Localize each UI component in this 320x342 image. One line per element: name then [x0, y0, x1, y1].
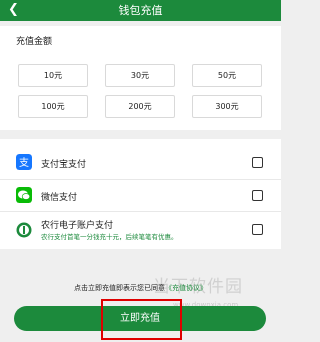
amount-option-200[interactable]: 200元	[105, 95, 175, 118]
alipay-icon: 支	[16, 154, 32, 170]
amount-option-30[interactable]: 30元	[105, 64, 175, 87]
amount-label: 充值金额	[16, 37, 53, 47]
amount-option-50[interactable]: 50元	[192, 64, 262, 87]
alipay-checkbox[interactable]	[252, 157, 263, 168]
payment-option-wechat[interactable]: 微信支付	[0, 180, 281, 210]
page-title: 钱包充值	[118, 4, 163, 17]
highlight-box	[101, 299, 182, 340]
amount-panel: 充值金额 10元 30元 50元 100元 200元 300元	[0, 26, 281, 130]
amount-option-100[interactable]: 100元	[18, 95, 88, 118]
payment-method-name: 支付宝支付	[41, 160, 87, 170]
payment-method-name: 微信支付	[41, 193, 78, 203]
abc-promo-text: 农行支付首笔一分钱充十元，后续笔笔有优惠。	[41, 233, 178, 241]
wechat-pay-icon	[16, 187, 32, 203]
wechat-checkbox[interactable]	[252, 190, 263, 201]
agreement-text: 点击立即充值即表示您已同意《充值协议》	[0, 283, 281, 293]
payment-option-alipay[interactable]: 支 支付宝支付	[0, 147, 281, 177]
payment-method-name: 农行电子账户支付	[41, 221, 114, 231]
amount-option-300[interactable]: 300元	[192, 95, 262, 118]
payment-option-abc-bank[interactable]: 农行电子账户支付 农行支付首笔一分钱充十元，后续笔笔有优惠。	[0, 212, 281, 248]
agreement-link[interactable]: 《充值协议》	[165, 284, 207, 292]
payment-panel: 支 支付宝支付 微信支付 农行电子账户支付 农行支付首笔一分钱充十元，后续笔笔有…	[0, 139, 281, 249]
abc-bank-icon	[16, 222, 32, 238]
agreement-prefix: 点击立即充值即表示您已同意	[74, 284, 165, 292]
amount-option-10[interactable]: 10元	[18, 64, 88, 87]
svg-text:支: 支	[19, 157, 29, 169]
abc-checkbox[interactable]	[252, 224, 263, 235]
top-bar: ❮ 钱包充值	[0, 0, 281, 21]
